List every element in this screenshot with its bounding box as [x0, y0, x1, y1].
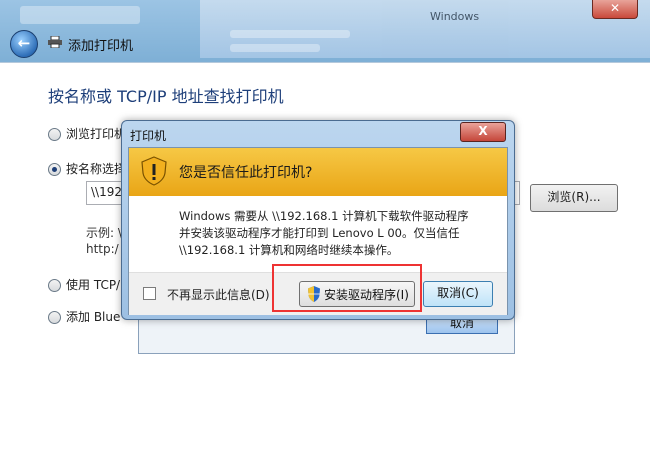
message-line: 并安装该驱动程序才能打印到 Lenovo L 00。仅当信任 [179, 226, 460, 240]
option-browse-label: 浏览打印机 [66, 127, 127, 141]
back-arrow-icon[interactable]: ← [10, 30, 38, 58]
example-text: 示例: \ [86, 226, 122, 240]
trust-message: Windows 需要从 \\192.168.1 计算机下载软件驱动程序 并安装该… [179, 208, 499, 259]
trust-question: 您是否信任此打印机? [179, 165, 313, 181]
radio-browse[interactable] [48, 128, 61, 141]
blurred-icon-area [20, 6, 140, 24]
printer-path-value: \\192 [91, 185, 122, 199]
page-heading: 按名称或 TCP/IP 地址查找打印机 [48, 87, 284, 106]
option-bluetooth-label: 添加 Blue [66, 310, 121, 324]
cancel-button[interactable]: 取消(C) [423, 281, 493, 307]
browse-button[interactable]: 浏览(R)... [530, 184, 618, 212]
radio-select-by-name[interactable] [48, 163, 61, 176]
warning-banner: 您是否信任此打印机? [129, 148, 507, 196]
message-line: \\192.168.1 计算机和网络时继续本操作。 [179, 243, 399, 257]
dont-show-again-label: 不再显示此信息(D) [167, 288, 270, 302]
dialog-title: 打印机 [130, 129, 167, 143]
printer-icon [48, 36, 62, 48]
dialog-close-button[interactable]: X [460, 122, 506, 142]
radio-bluetooth[interactable] [48, 311, 61, 324]
warning-shield-icon [141, 156, 167, 186]
dont-show-again-checkbox[interactable] [143, 287, 156, 300]
radio-tcpip[interactable] [48, 279, 61, 292]
option-name-label: 按名称选择 [66, 162, 127, 176]
navigation-bar: ← 添加打印机 [0, 28, 650, 58]
background-window-title: Windows [430, 10, 480, 23]
annotation-highlight-box [272, 264, 422, 312]
wizard-title: 添加打印机 [68, 39, 134, 54]
message-line: Windows 需要从 \\192.168.1 计算机下载软件驱动程序 [179, 209, 469, 223]
window-close-button[interactable]: ✕ [592, 0, 638, 19]
example-url: http:/ [86, 242, 119, 256]
